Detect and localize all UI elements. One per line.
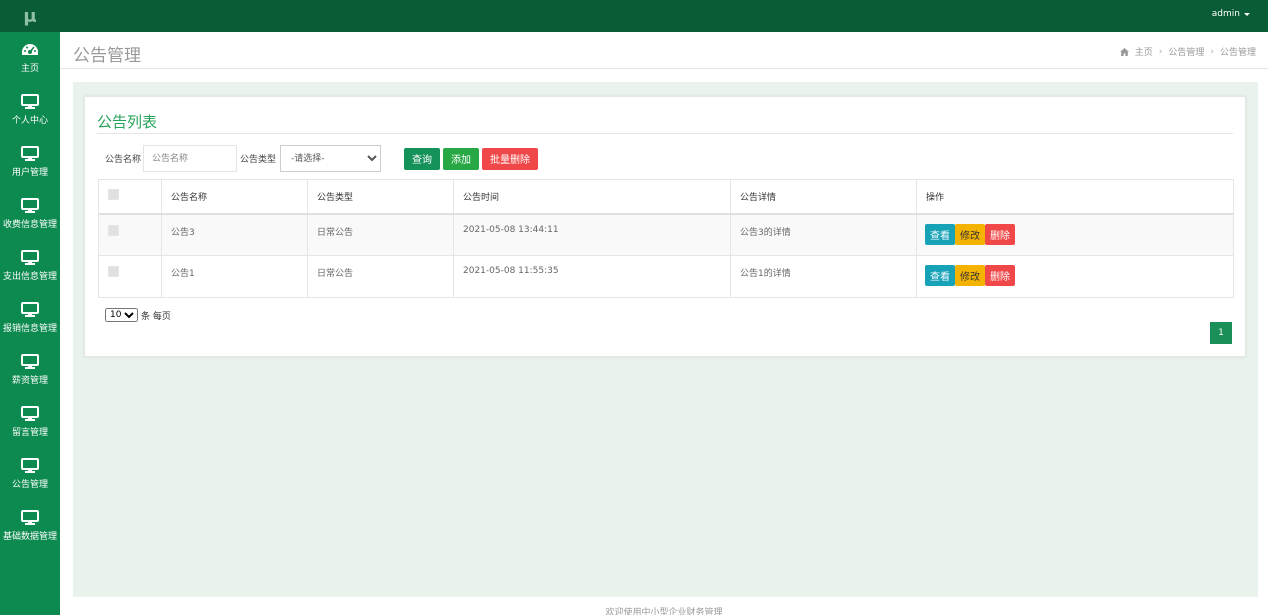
delete-button[interactable]: 删除 — [985, 265, 1015, 286]
announcement-table: 公告名称 公告类型 公告时间 公告详情 操作 公告3 日常公告 2021-05-… — [98, 179, 1234, 298]
type-select[interactable]: -请选择- — [280, 145, 382, 172]
name-search-input[interactable] — [143, 145, 238, 172]
sidebar-item-salary[interactable]: 薪资管理 — [0, 344, 60, 396]
edit-button[interactable]: 修改 — [955, 265, 985, 286]
table-row: 公告1 日常公告 2021-05-08 11:55:35 公告1的详情 查看 修改… — [98, 255, 1234, 298]
monitor-icon — [21, 94, 39, 109]
batch-delete-button[interactable]: 批量删除 — [482, 147, 539, 170]
row-checkbox[interactable] — [108, 266, 119, 277]
monitor-icon — [21, 458, 39, 473]
page-title: 公告管理 — [73, 46, 141, 66]
sidebar-item-label: 支出信息管理 — [2, 272, 57, 282]
column-header: 公告类型 — [307, 179, 454, 215]
cell-type: 日常公告 — [307, 213, 454, 256]
caret-down-icon — [1244, 12, 1250, 16]
home-icon — [1119, 47, 1129, 56]
sidebar-item-home[interactable]: 主页 — [0, 32, 60, 84]
search-row: 公告名称 公告类型 -请选择- 查询 添加 批量删除 — [105, 145, 539, 172]
query-button[interactable]: 查询 — [404, 147, 441, 170]
monitor-icon — [21, 302, 39, 317]
table-header-row: 公告名称 公告类型 公告时间 公告详情 操作 — [98, 179, 1234, 215]
dashboard-icon — [22, 43, 38, 55]
chevron-right-icon: › — [1210, 46, 1214, 57]
topbar: admin — [60, 0, 1268, 32]
breadcrumb-home[interactable]: 主页 — [1135, 45, 1153, 58]
monitor-icon — [21, 354, 39, 369]
breadcrumb-item[interactable]: 公告管理 — [1168, 45, 1204, 58]
cell-time: 2021-05-08 13:44:11 — [453, 213, 731, 256]
panel-title: 公告列表 — [97, 113, 158, 131]
sidebar-item-users[interactable]: 用户管理 — [0, 136, 60, 188]
cell-name: 公告3 — [161, 213, 308, 256]
view-button[interactable]: 查看 — [925, 223, 955, 245]
pagination-page[interactable]: 1 — [1210, 322, 1232, 344]
monitor-icon — [21, 510, 39, 525]
edit-button[interactable]: 修改 — [955, 223, 985, 245]
name-label: 公告名称 — [105, 155, 142, 165]
sidebar-item-messages[interactable]: 留言管理 — [0, 396, 60, 448]
cell-type: 日常公告 — [307, 255, 454, 298]
sidebar-item-label: 公告管理 — [11, 480, 48, 490]
divider — [97, 133, 1233, 134]
sidebar: μ 主页 个人中心 用户管理 收费信息管理 支出信息管理 报销信息管理 薪资管理… — [0, 0, 60, 615]
monitor-icon — [21, 146, 39, 161]
page-size-suffix: 条 每页 — [141, 311, 171, 322]
footer: 欢迎使用中小型企业财务管理 — [60, 597, 1268, 615]
select-all-cell — [98, 179, 162, 215]
sidebar-item-announcements[interactable]: 公告管理 — [0, 448, 60, 500]
sidebar-item-fees[interactable]: 收费信息管理 — [0, 188, 60, 240]
add-button[interactable]: 添加 — [443, 147, 480, 170]
user-menu[interactable]: admin — [1212, 9, 1250, 19]
delete-button[interactable]: 删除 — [985, 223, 1015, 245]
sidebar-item-label: 个人中心 — [11, 116, 48, 126]
announcement-panel: 公告列表 公告名称 公告类型 -请选择- 查询 添加 批量删除 公告名称 公告类… — [84, 96, 1246, 357]
sidebar-item-label: 主页 — [20, 63, 39, 74]
page-header: 公告管理 主页 › 公告管理 › 公告管理 — [60, 32, 1268, 69]
column-header: 公告名称 — [161, 179, 308, 215]
column-header: 公告详情 — [730, 179, 917, 215]
breadcrumb: 主页 › 公告管理 › 公告管理 — [1119, 45, 1256, 58]
page-size-select[interactable]: 10 — [105, 308, 138, 322]
username: admin — [1211, 9, 1240, 19]
row-checkbox-cell — [98, 255, 162, 298]
type-label: 公告类型 — [240, 155, 277, 165]
sidebar-item-label: 薪资管理 — [11, 376, 48, 386]
sidebar-item-label: 收费信息管理 — [2, 220, 57, 230]
sidebar-item-label: 留言管理 — [11, 428, 48, 438]
cell-name: 公告1 — [161, 255, 308, 298]
sidebar-item-label: 基础数据管理 — [2, 532, 57, 542]
monitor-icon — [21, 198, 39, 213]
page-size-control: 10 条 每页 — [105, 308, 171, 322]
cell-detail: 公告1的详情 — [730, 255, 917, 298]
select-all-checkbox[interactable] — [108, 189, 119, 201]
sidebar-item-base-data[interactable]: 基础数据管理 — [0, 500, 60, 552]
sidebar-item-expenses[interactable]: 支出信息管理 — [0, 240, 60, 292]
view-button[interactable]: 查看 — [925, 265, 955, 286]
row-checkbox[interactable] — [108, 224, 119, 236]
sidebar-item-label: 报销信息管理 — [2, 324, 57, 334]
cell-detail: 公告3的详情 — [730, 213, 917, 256]
content-area: 公告列表 公告名称 公告类型 -请选择- 查询 添加 批量删除 公告名称 公告类… — [73, 82, 1258, 597]
cell-time: 2021-05-08 11:55:35 — [453, 255, 731, 298]
column-header: 操作 — [916, 179, 1234, 215]
footer-text: 欢迎使用中小型企业财务管理 — [605, 608, 723, 615]
cell-actions: 查看 修改 删除 — [916, 255, 1234, 298]
table-row: 公告3 日常公告 2021-05-08 13:44:11 公告3的详情 查看 修改… — [98, 213, 1234, 256]
cell-actions: 查看 修改 删除 — [916, 213, 1234, 256]
row-checkbox-cell — [98, 213, 162, 256]
chevron-right-icon: › — [1158, 46, 1163, 57]
logo: μ — [0, 0, 60, 32]
column-header: 公告时间 — [453, 179, 731, 215]
sidebar-item-profile[interactable]: 个人中心 — [0, 84, 60, 136]
sidebar-item-reimbursement[interactable]: 报销信息管理 — [0, 292, 60, 344]
monitor-icon — [21, 250, 39, 265]
sidebar-item-label: 用户管理 — [11, 168, 48, 178]
monitor-icon — [21, 406, 39, 421]
breadcrumb-current: 公告管理 — [1219, 48, 1256, 58]
